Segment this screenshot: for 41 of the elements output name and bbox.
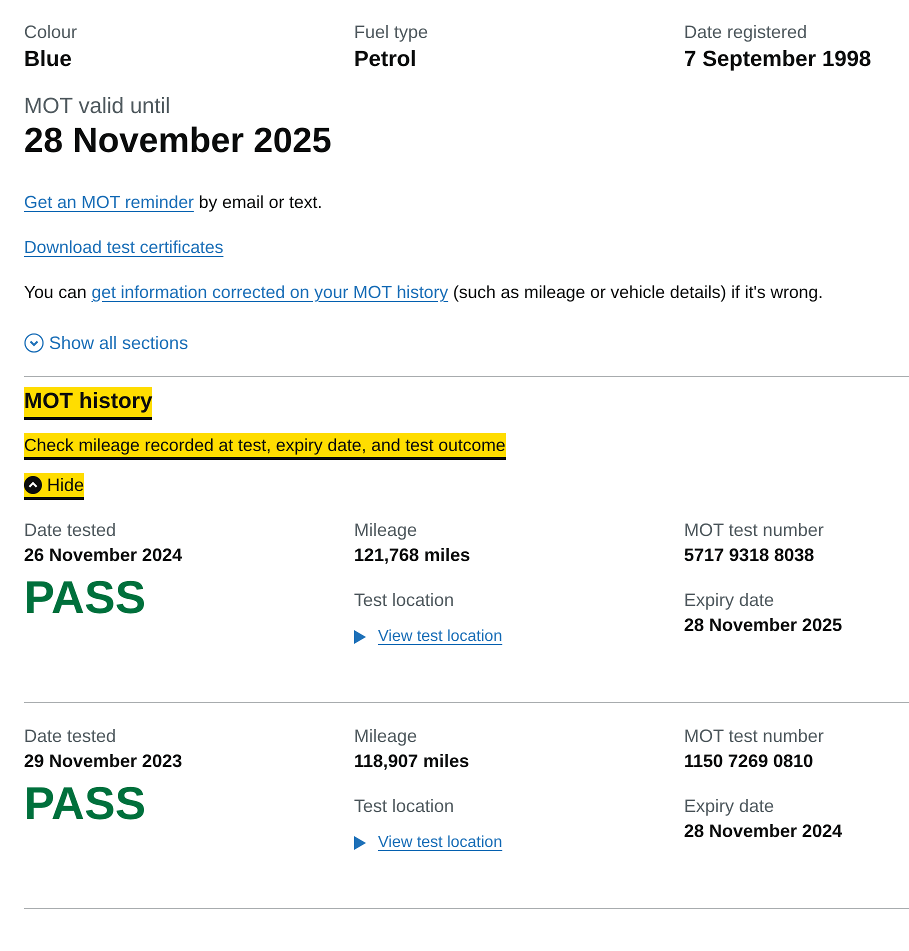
detail-value: Blue — [24, 45, 72, 73]
test-location-label: Test location — [354, 795, 454, 818]
download-link[interactable]: Download test certificates — [24, 237, 224, 257]
view-test-location-link[interactable]: View test location — [378, 628, 502, 646]
chevron-down-icon — [24, 333, 44, 353]
mot-valid-date: 28 November 2025 — [24, 120, 332, 162]
date-tested-label: Date tested — [24, 519, 116, 542]
section-summary: Check mileage recorded at test, expiry date, and test outcome — [24, 433, 506, 457]
reminder-link[interactable]: Get an MOT reminder — [24, 192, 194, 212]
test-number-label: MOT test number — [684, 519, 824, 542]
detail-value: Petrol — [354, 45, 416, 73]
test-number: 1150 7269 0810 — [684, 750, 814, 773]
detail-label: Colour — [24, 21, 78, 44]
show-all-sections-button[interactable]: Show all sections — [24, 331, 188, 355]
hide-toggle[interactable]: Hide — [24, 473, 84, 497]
expiry-date: 28 November 2024 — [684, 820, 842, 843]
date-tested: 29 November 2023 — [24, 750, 182, 773]
test-number: 5717 9318 8038 — [684, 544, 814, 567]
test-result: PASS — [24, 572, 146, 622]
expiry-date: 28 November 2025 — [684, 614, 842, 637]
date-tested-label: Date tested — [24, 725, 116, 748]
triangle-right-icon — [354, 630, 366, 644]
detail-label: Fuel type — [354, 21, 428, 44]
expiry-date-label: Expiry date — [684, 795, 774, 818]
reminder-text: Get an MOT reminder by email or text. — [24, 191, 324, 214]
mileage-value: 121,768 miles — [354, 544, 470, 567]
correction-link[interactable]: get information corrected on your MOT history — [91, 282, 448, 302]
test-location-label: Test location — [354, 589, 454, 612]
date-tested: 26 November 2024 — [24, 544, 182, 567]
triangle-right-icon — [354, 836, 366, 850]
correction-text: You can get information corrected on your MOT history (such as mileage or vehicle details) if it's wrong. — [24, 281, 824, 304]
mot-valid-label: MOT valid until — [24, 92, 170, 120]
detail-value: 7 September 1998 — [684, 45, 872, 73]
mileage-label: Mileage — [354, 725, 418, 748]
expiry-date-label: Expiry date — [684, 589, 774, 612]
test-result: PASS — [24, 778, 146, 828]
test-number-label: MOT test number — [684, 725, 824, 748]
view-test-location-link[interactable]: View test location — [378, 834, 502, 852]
detail-label: Date registered — [684, 21, 808, 44]
mileage-value: 118,907 miles — [354, 750, 470, 773]
mileage-label: Mileage — [354, 519, 418, 542]
